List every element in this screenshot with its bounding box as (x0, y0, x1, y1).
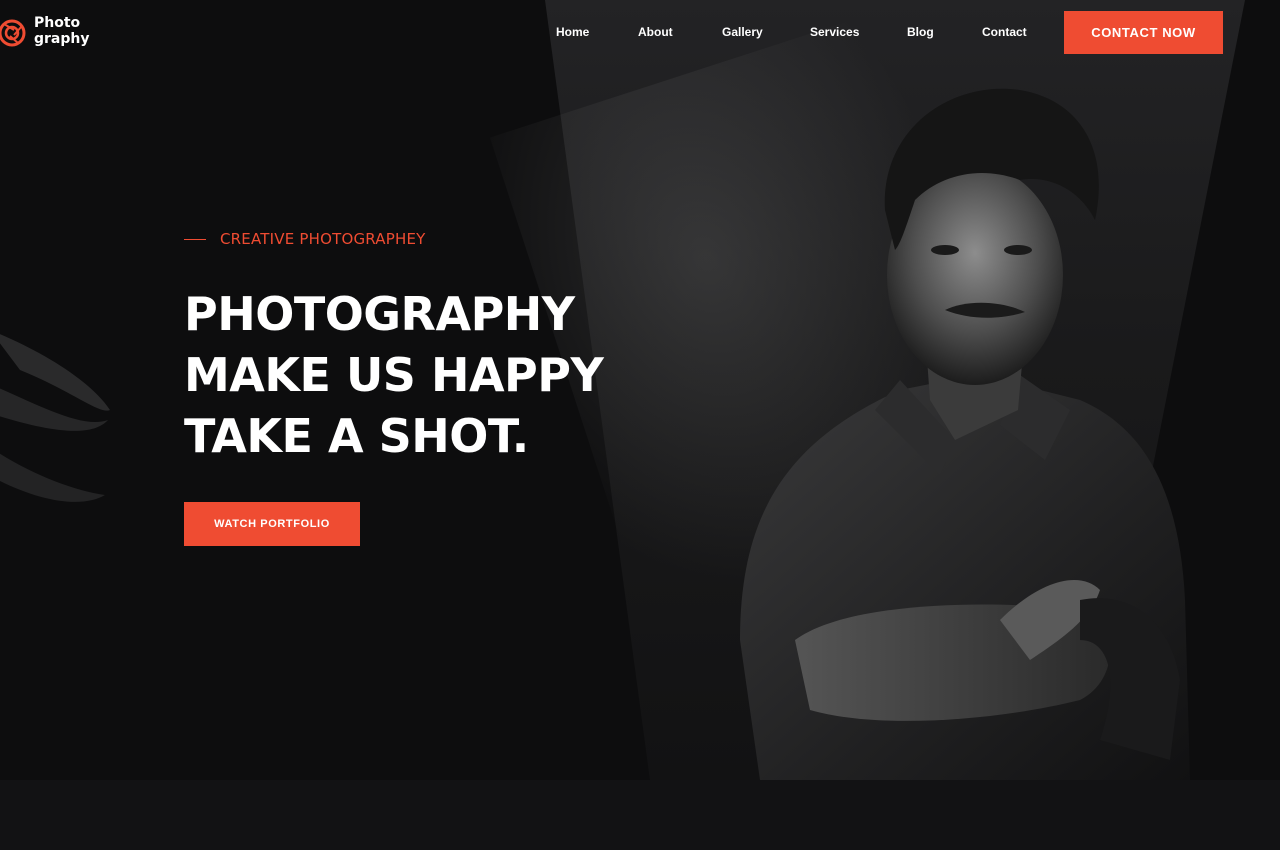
eyebrow-divider (184, 238, 206, 240)
nav-contact-link[interactable]: Contact (982, 25, 1027, 39)
headline-line-2: MAKE US HAPPY (184, 348, 604, 402)
nav-about-link[interactable]: About (638, 25, 673, 39)
camera-aperture-icon (0, 19, 26, 47)
nav-home-link[interactable]: Home (556, 25, 589, 39)
brand-name-line2: graphy (34, 31, 90, 47)
headline-line-3: TAKE A SHOT. (184, 409, 529, 463)
headline-line-1: PHOTOGRAPHY (184, 287, 575, 341)
watch-portfolio-button[interactable]: WATCH PORTFOLIO (184, 502, 360, 546)
hero-headline: PHOTOGRAPHY MAKE US HAPPY TAKE A SHOT. (184, 284, 604, 467)
next-section-band (0, 780, 1280, 850)
eyebrow-text: CREATIVE PHOTOGRAPHEY (220, 230, 426, 248)
hero-portrait-image (740, 88, 1190, 780)
nav-blog-link[interactable]: Blog (907, 25, 934, 39)
brand-name: Photo graphy (34, 15, 90, 47)
brush-stroke-decoration (0, 334, 110, 502)
hero-eyebrow: CREATIVE PHOTOGRAPHEY (184, 230, 426, 248)
brand-name-line1: Photo (34, 15, 81, 31)
nav-gallery-link[interactable]: Gallery (722, 25, 763, 39)
nav-services-link[interactable]: Services (810, 25, 859, 39)
site-logo[interactable]: Photo graphy (0, 14, 90, 48)
contact-now-button[interactable]: CONTACT NOW (1064, 11, 1223, 54)
